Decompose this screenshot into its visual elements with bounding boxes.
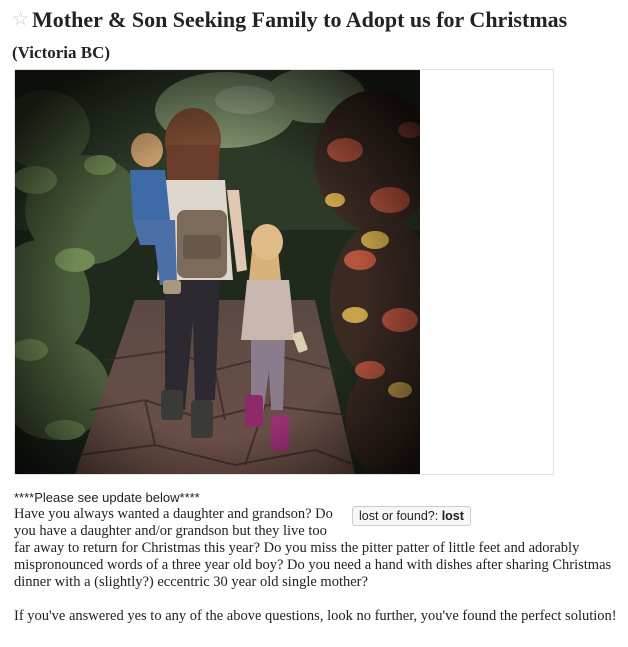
posting-location: (Victoria BC): [12, 43, 111, 62]
posting-title: ☆ Mother & Son Seeking Family to Adopt us…: [12, 4, 616, 68]
body-line-update-note: ****Please see update below****: [14, 490, 200, 505]
star-icon[interactable]: ☆: [12, 8, 29, 30]
body-line: mispronounced words of a three year old …: [14, 557, 612, 573]
body-line: dinner with a (slightly?) eccentric 30 y…: [14, 574, 368, 590]
image-gallery: [14, 69, 554, 475]
body-line: you have a daughter and/or grandson but …: [14, 523, 327, 539]
posting-photo[interactable]: [15, 70, 420, 474]
body-line: If you've answered yes to any of the abo…: [14, 608, 617, 624]
posting-title-text: Mother & Son Seeking Family to Adopt us …: [32, 7, 568, 32]
posting-body: ****Please see update below**** Have you…: [14, 490, 624, 625]
body-line: Have you always wanted a daughter and gr…: [14, 506, 333, 522]
body-line: far away to return for Christmas this ye…: [14, 540, 580, 556]
